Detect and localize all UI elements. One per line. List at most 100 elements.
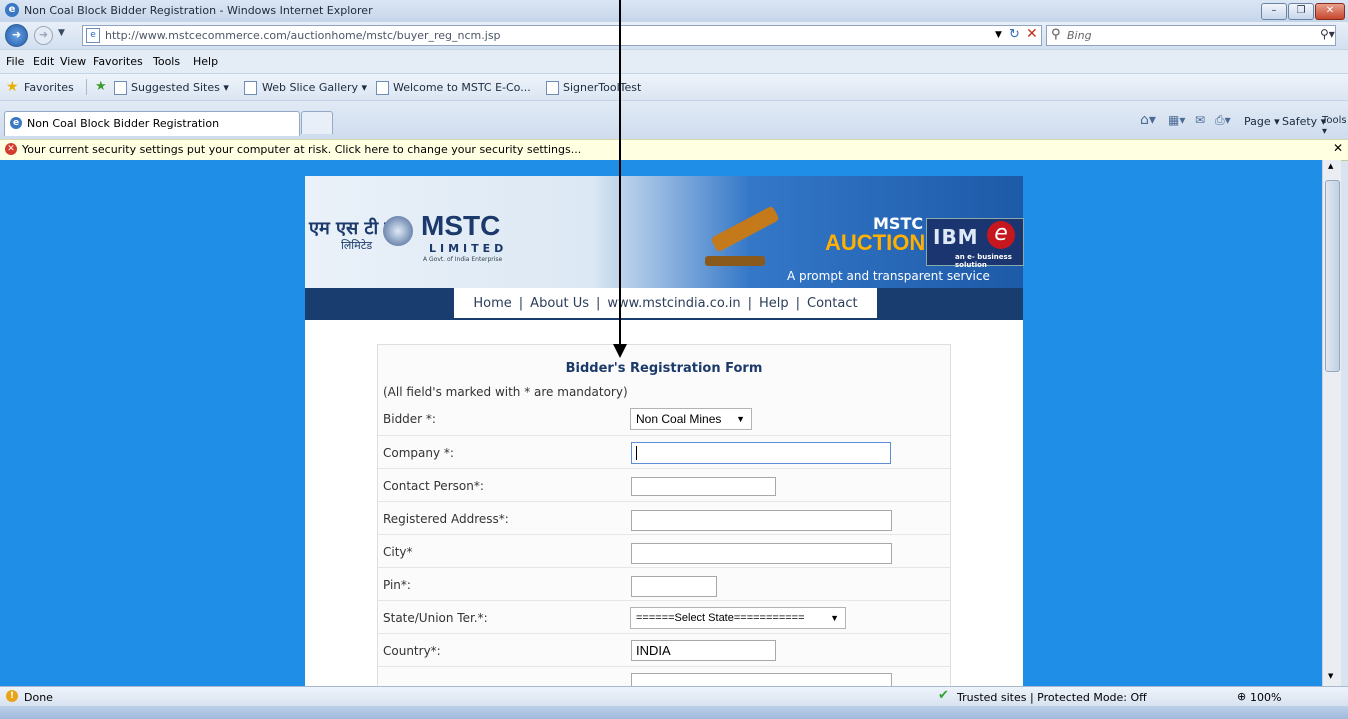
nav-mstcindia[interactable]: www.mstcindia.co.in bbox=[600, 296, 747, 311]
close-button[interactable]: ✕ bbox=[1315, 3, 1345, 20]
e-logo-icon: e bbox=[987, 221, 1015, 249]
infobar-close-icon[interactable]: ✕ bbox=[1333, 141, 1343, 155]
nav-contact[interactable]: Contact bbox=[800, 296, 865, 311]
zoom-icon[interactable]: ⊕ bbox=[1237, 690, 1246, 703]
form-row-state: State/Union Ter.*: ======Select State===… bbox=[378, 601, 950, 634]
form-row-next bbox=[378, 667, 950, 686]
ibm-logo-text: IBM bbox=[933, 225, 979, 249]
minimize-button[interactable]: – bbox=[1261, 3, 1287, 20]
stop-icon[interactable]: ✕ bbox=[1026, 26, 1038, 42]
favorites-bar: ★ Favorites ★ Suggested Sites ▾ Web Slic… bbox=[0, 73, 1348, 101]
warning-icon: ✕ bbox=[5, 143, 17, 155]
gavel-icon bbox=[710, 205, 780, 253]
checkmark-icon: ✔ bbox=[938, 688, 949, 703]
security-zone[interactable]: Trusted sites | Protected Mode: Off bbox=[957, 691, 1147, 704]
field-label: Bidder *: bbox=[383, 412, 436, 426]
home-icon[interactable]: ⌂▾ bbox=[1140, 112, 1156, 128]
form-title: Bidder's Registration Form bbox=[565, 361, 763, 376]
field-label: Pin*: bbox=[383, 578, 411, 592]
annotation-arrow-line bbox=[619, 0, 621, 346]
favorites-button[interactable]: Favorites bbox=[24, 81, 74, 94]
divider bbox=[86, 79, 87, 95]
back-button[interactable]: ➜ bbox=[5, 24, 28, 47]
infobar-text[interactable]: Your current security settings put your … bbox=[22, 143, 581, 156]
ibm-logo-box: IBM e an e- business solution bbox=[926, 218, 1024, 269]
field-label: Registered Address*: bbox=[383, 512, 509, 526]
new-tab-button[interactable] bbox=[301, 111, 333, 134]
pin-input[interactable] bbox=[631, 576, 717, 597]
menu-edit[interactable]: Edit bbox=[33, 55, 54, 68]
favorite-mstc[interactable]: Welcome to MSTC E-Co... bbox=[393, 81, 531, 94]
menu-tools[interactable]: Tools bbox=[153, 55, 180, 68]
field-label: City* bbox=[383, 545, 413, 559]
mstc-logo-sub: LIMITED bbox=[429, 242, 508, 255]
country-input[interactable]: INDIA bbox=[631, 640, 776, 661]
favorite-signertooltest[interactable]: SignerToolTest bbox=[563, 81, 641, 94]
gavel-base-icon bbox=[705, 256, 765, 266]
mstc-logo-title: MSTC bbox=[421, 210, 501, 241]
url-text[interactable]: http://www.mstcecommerce.com/auctionhome… bbox=[105, 29, 501, 42]
ie-logo-icon: e bbox=[10, 117, 22, 129]
zoom-level[interactable]: 100% bbox=[1250, 691, 1281, 704]
favorite-web-slice-gallery[interactable]: Web Slice Gallery ▾ bbox=[262, 81, 367, 94]
search-box[interactable]: ⚲ Bing bbox=[1046, 25, 1336, 46]
bidder-select-value: Non Coal Mines bbox=[636, 412, 722, 426]
auction-text: AUCTION bbox=[825, 230, 926, 255]
tools-menu[interactable]: Tools ▾ bbox=[1322, 115, 1348, 137]
add-favorite-icon[interactable]: ★ bbox=[95, 79, 107, 94]
field-label: Company *: bbox=[383, 446, 454, 460]
nav-help[interactable]: Help bbox=[752, 296, 796, 311]
tab-title: Non Coal Block Bidder Registration bbox=[27, 117, 220, 130]
page-viewport: एम एस टी सी लिमिटेड MSTC LIMITED A Govt.… bbox=[0, 160, 1322, 686]
mail-icon[interactable]: ✉ bbox=[1195, 113, 1205, 127]
refresh-icon[interactable]: ↻ bbox=[1009, 27, 1020, 42]
favorites-star-icon: ★ bbox=[6, 79, 19, 95]
bidder-select[interactable]: Non Coal Mines ▼ bbox=[630, 408, 752, 430]
ie-logo-icon: e bbox=[5, 3, 19, 17]
window-titlebar: e Non Coal Block Bidder Registration - W… bbox=[0, 0, 1348, 23]
menu-bar: File Edit View Favorites Tools Help bbox=[0, 49, 1348, 74]
print-icon[interactable]: ⎙▾ bbox=[1215, 113, 1231, 128]
form-row-contact-person: Contact Person*: bbox=[378, 469, 950, 502]
form-row-country: Country*: INDIA bbox=[378, 634, 950, 667]
page-menu[interactable]: Page ▾ bbox=[1244, 115, 1280, 128]
state-select[interactable]: ======Select State=========== ▼ bbox=[630, 607, 846, 629]
menu-view[interactable]: View bbox=[60, 55, 86, 68]
safety-menu[interactable]: Safety ▾ bbox=[1282, 115, 1326, 128]
address-input[interactable] bbox=[631, 510, 892, 531]
address-bar[interactable]: e http://www.mstcecommerce.com/auctionho… bbox=[82, 25, 1042, 46]
favorite-suggested-sites[interactable]: Suggested Sites ▾ bbox=[131, 81, 229, 94]
taskbar bbox=[0, 706, 1348, 719]
field-label: State/Union Ter.*: bbox=[383, 611, 488, 625]
recent-pages-icon[interactable]: ▼ bbox=[58, 28, 65, 38]
forward-button[interactable]: ➜ bbox=[34, 26, 53, 45]
tagline: A prompt and transparent service bbox=[787, 269, 990, 283]
address-dropdown-icon[interactable]: ▼ bbox=[995, 30, 1002, 40]
city-input[interactable] bbox=[631, 543, 892, 564]
menu-file[interactable]: File bbox=[6, 55, 24, 68]
maximize-button[interactable]: ❐ bbox=[1288, 3, 1314, 20]
search-go-icon[interactable]: ⚲▾ bbox=[1320, 27, 1335, 41]
page-icon bbox=[546, 81, 559, 95]
next-field-input[interactable] bbox=[631, 673, 892, 686]
tab-active[interactable]: e Non Coal Block Bidder Registration bbox=[4, 111, 300, 136]
govt-text: A Govt. of India Enterprise bbox=[423, 256, 503, 263]
form-row-pin: Pin*: bbox=[378, 568, 950, 601]
feeds-icon[interactable]: ▦▾ bbox=[1168, 113, 1185, 127]
page-icon bbox=[244, 81, 257, 95]
security-infobar[interactable]: ✕ Your current security settings put you… bbox=[0, 139, 1348, 161]
page-icon bbox=[376, 81, 389, 95]
nav-about-us[interactable]: About Us bbox=[523, 296, 596, 311]
nav-home[interactable]: Home bbox=[466, 296, 518, 311]
scroll-down-icon[interactable]: ▼ bbox=[1328, 672, 1333, 680]
menu-help[interactable]: Help bbox=[193, 55, 218, 68]
contact-person-input[interactable] bbox=[631, 477, 776, 496]
scrollbar-thumb[interactable] bbox=[1325, 180, 1340, 372]
ebiz-text: an e- business solution bbox=[955, 253, 1012, 269]
vertical-scrollbar[interactable]: ▲ ▼ bbox=[1322, 160, 1341, 686]
scroll-up-icon[interactable]: ▲ bbox=[1328, 162, 1333, 170]
form-note: (All field's marked with * are mandatory… bbox=[383, 385, 628, 399]
menu-favorites[interactable]: Favorites bbox=[93, 55, 143, 68]
text-cursor bbox=[636, 446, 637, 460]
company-input[interactable] bbox=[631, 442, 891, 464]
